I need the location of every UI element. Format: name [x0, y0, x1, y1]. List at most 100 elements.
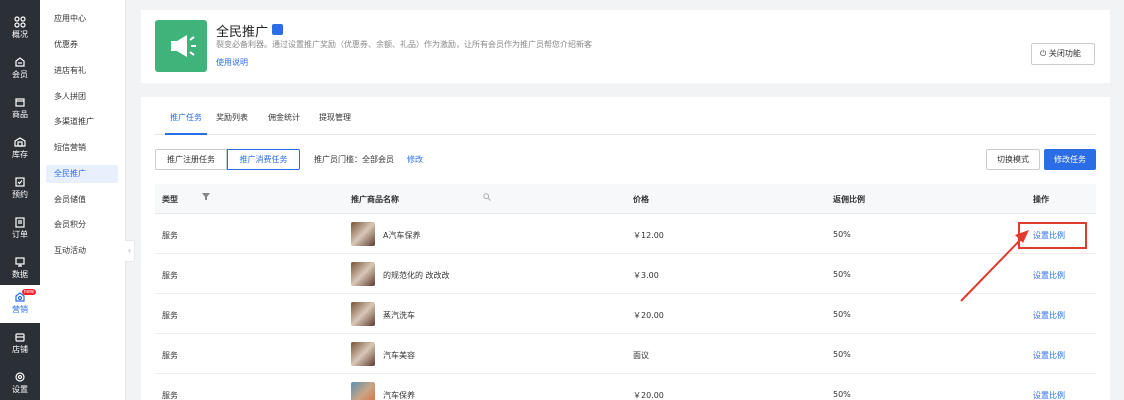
switch-mode-button[interactable]: 切换模式 [986, 149, 1040, 170]
rail-label: 商品 [12, 110, 28, 119]
col-action: 操作 [1033, 195, 1049, 204]
cell-price: ￥20.00 [633, 311, 664, 320]
cell-type: 服务 [162, 391, 178, 400]
rail-item-settings[interactable]: 设置 [0, 365, 40, 400]
set-ratio-link[interactable]: 设置比例 [1033, 350, 1065, 361]
search-icon[interactable] [483, 193, 491, 203]
sub-nav: 应用中心 优惠券 进店有礼 多人拼团 多渠道推广 短信营销 全民推广 会员储值 … [40, 0, 126, 400]
product-thumbnail [351, 342, 375, 366]
subnav-item-stored-value[interactable]: 会员储值 [46, 191, 118, 209]
new-badge: new [21, 289, 36, 295]
cell-type: 服务 [162, 271, 178, 280]
subnav-item-referral[interactable]: 全民推广 [46, 165, 118, 183]
collapse-sidebar-button[interactable]: ‹ [125, 240, 135, 262]
member-icon [15, 57, 25, 67]
cell-type: 服务 [162, 231, 178, 240]
segment-register-task[interactable]: 推广注册任务 [155, 149, 227, 170]
chevron-left-icon: ‹ [127, 246, 132, 255]
rail-item-order[interactable]: 订单 [0, 210, 40, 248]
power-icon: ⏻ [1040, 49, 1047, 58]
data-icon [15, 257, 25, 267]
cell-product-name: 的规范化的 改改改 [383, 271, 450, 280]
order-icon [15, 217, 25, 228]
dashboard-icon [14, 16, 26, 28]
subnav-item-multi-channel[interactable]: 多渠道推广 [46, 113, 118, 131]
tab-bar: 推广任务 奖励列表 佣金统计 提现管理 [155, 97, 1096, 135]
segment-consume-task[interactable]: 推广消费任务 [227, 149, 300, 170]
product-thumbnail [351, 382, 375, 400]
rail-item-store[interactable]: 店铺 [0, 325, 40, 363]
cell-type: 服务 [162, 311, 178, 320]
page-title: 全民推广 [216, 21, 284, 40]
subnav-item-points[interactable]: 会员积分 [46, 216, 118, 234]
cell-price: ￥3.00 [633, 271, 659, 280]
rail-item-marketing[interactable]: new 营销 [0, 285, 40, 323]
set-ratio-link[interactable]: 设置比例 [1033, 310, 1065, 321]
rail-item-goods[interactable]: 商品 [0, 90, 40, 128]
subnav-item-visit-gift[interactable]: 进店有礼 [46, 62, 118, 80]
set-ratio-link[interactable]: 设置比例 [1033, 390, 1065, 400]
cell-product-name: 汽车美容 [383, 351, 415, 360]
col-price: 价格 [633, 195, 649, 204]
table-header: 类型 推广商品名称 价格 返佣比例 操作 [155, 184, 1096, 214]
product-thumbnail [351, 302, 375, 326]
cell-type: 服务 [162, 351, 178, 360]
megaphone-logo [155, 20, 207, 72]
rail-label: 店铺 [12, 345, 28, 354]
goods-icon [15, 98, 25, 107]
cell-product-name: A汽车保养 [383, 231, 421, 240]
rail-label: 订单 [12, 230, 28, 239]
rail-label: 预约 [12, 190, 28, 199]
cell-price: 面议 [633, 351, 649, 360]
stock-icon [14, 137, 26, 147]
rail-label: 概况 [12, 30, 28, 39]
threshold-text: 推广员门槛：全部会员 [314, 155, 394, 164]
cell-price: ￥12.00 [633, 231, 664, 240]
rail-item-stock[interactable]: 库存 [0, 130, 40, 168]
rail-item-booking[interactable]: 预约 [0, 170, 40, 208]
subnav-item-app-center[interactable]: 应用中心 [46, 10, 118, 28]
tab-rewards[interactable]: 奖励列表 [216, 112, 248, 135]
subnav-item-interactive[interactable]: 互动活动 [46, 242, 118, 260]
tab-withdraw[interactable]: 提现管理 [319, 112, 351, 135]
col-name: 推广商品名称 [351, 195, 399, 204]
close-feature-label: 关闭功能 [1048, 49, 1081, 58]
subnav-item-group-buy[interactable]: 多人拼团 [46, 88, 118, 106]
rail-item-overview[interactable]: 概况 [0, 10, 40, 48]
tag-icon [272, 24, 284, 35]
rail-item-member[interactable]: 会员 [0, 50, 40, 88]
rail-label: 会员 [12, 70, 28, 79]
main-nav-rail: 概况 会员 商品 库存 预约 订单 数据 new 营销 店铺 设置 [0, 0, 40, 400]
megaphone-icon [171, 35, 196, 57]
help-link[interactable]: 使用说明 [216, 57, 248, 68]
rail-label: 库存 [12, 150, 28, 159]
edit-threshold-link[interactable]: 修改 [407, 154, 423, 165]
table-row: 服务 汽车保养 ￥20.00 50% 设置比例 [155, 374, 1096, 400]
cell-product-name: 蒸汽洗车 [383, 311, 415, 320]
subnav-item-coupon[interactable]: 优惠券 [46, 36, 118, 54]
feature-header-card: 全民推广 裂变必备利器。通过设置推广奖励（优惠券、余额、礼品）作为激励，让所有会… [141, 10, 1110, 83]
rail-item-data[interactable]: 数据 [0, 250, 40, 288]
product-thumbnail [351, 262, 375, 286]
table-row: 服务 汽车美容 面议 50% 设置比例 [155, 334, 1096, 374]
cell-price: ￥20.00 [633, 391, 664, 400]
annotation-arrow [960, 230, 1029, 302]
set-ratio-link[interactable]: 设置比例 [1033, 270, 1065, 281]
tab-tasks[interactable]: 推广任务 [165, 112, 207, 135]
cell-ratio: 50% [833, 350, 851, 359]
cell-ratio: 50% [833, 390, 851, 399]
feature-description: 裂变必备利器。通过设置推广奖励（优惠券、余额、礼品）作为激励，让所有会员作为推广… [216, 40, 592, 49]
rail-label: 数据 [12, 270, 28, 279]
product-thumbnail [351, 222, 375, 246]
filter-icon[interactable] [202, 193, 210, 203]
edit-task-button[interactable]: 修改任务 [1044, 149, 1096, 170]
store-icon [15, 333, 25, 342]
tab-commission[interactable]: 佣金统计 [268, 112, 300, 135]
booking-icon [15, 177, 25, 187]
settings-icon [15, 372, 25, 382]
subnav-item-sms[interactable]: 短信营销 [46, 139, 118, 157]
close-feature-button[interactable]: ⏻ 关闭功能 [1031, 43, 1095, 65]
rail-label: 营销 [12, 305, 28, 314]
cell-ratio: 50% [833, 310, 851, 319]
col-ratio: 返佣比例 [833, 195, 865, 204]
